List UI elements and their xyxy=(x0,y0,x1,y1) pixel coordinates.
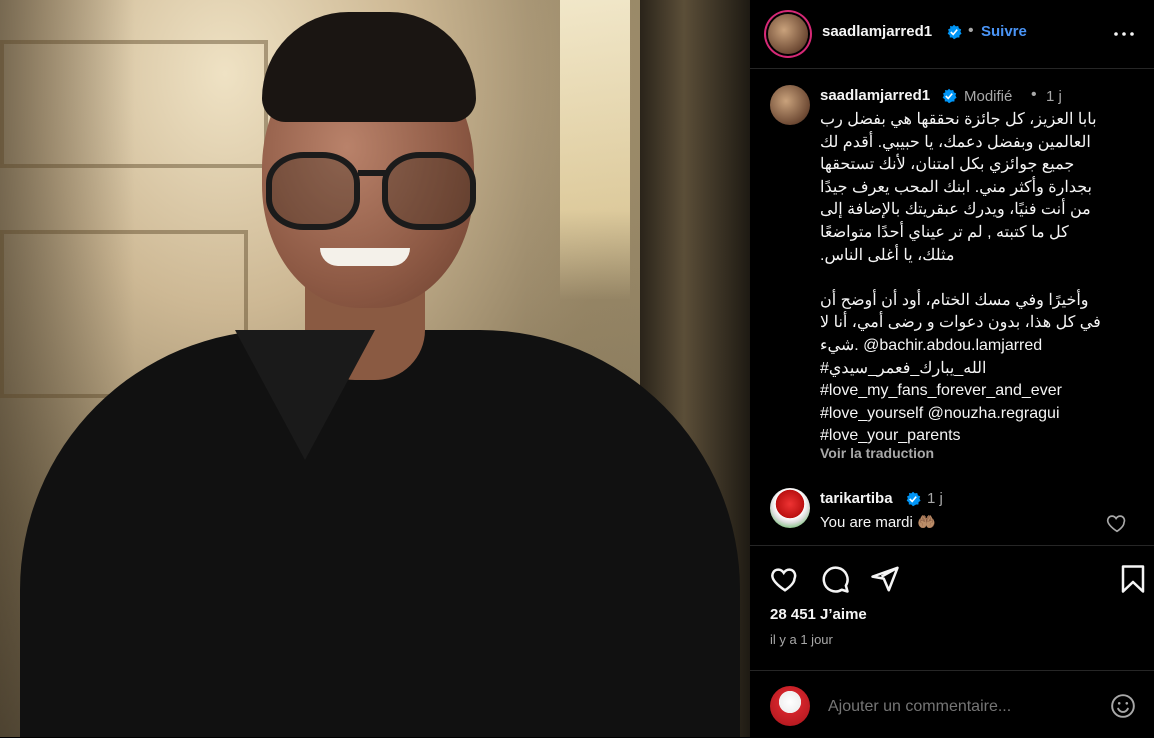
add-comment-bar xyxy=(750,670,1154,738)
post-actions xyxy=(750,546,1154,606)
verified-badge-icon xyxy=(942,88,957,104)
share-icon[interactable] xyxy=(870,564,900,594)
emoji-icon[interactable] xyxy=(1110,693,1136,719)
post-timestamp[interactable]: il y a 1 jour xyxy=(770,632,833,647)
caption-author-avatar[interactable] xyxy=(770,85,810,125)
caption-author-username[interactable]: saadlamjarred1 xyxy=(820,87,930,104)
post-side-panel: saadlamjarred1 • Suivre saadlamjarred1 M… xyxy=(750,0,1154,737)
commenter-username[interactable]: tarikartiba xyxy=(820,490,893,507)
post-header: saadlamjarred1 • Suivre xyxy=(750,0,1154,69)
author-avatar[interactable] xyxy=(768,14,808,54)
caption-section: saadlamjarred1 Modifié • 1 j بابا العزيز… xyxy=(750,69,1154,546)
current-user-avatar xyxy=(770,686,810,726)
glasses-lens xyxy=(266,152,360,230)
glasses-bridge xyxy=(358,170,388,176)
heart-icon[interactable] xyxy=(770,564,800,594)
likes-count[interactable]: 28 451 J’aime xyxy=(770,606,867,623)
smile xyxy=(320,248,410,266)
author-username[interactable]: saadlamjarred1 xyxy=(822,23,932,40)
wall-panel xyxy=(0,40,268,168)
separator-dot: • xyxy=(1031,86,1037,103)
wall-light xyxy=(560,0,630,300)
more-options-icon[interactable] xyxy=(1112,22,1136,46)
comment-text: You are mardi 🤲🏽 xyxy=(820,514,936,531)
commenter-avatar[interactable] xyxy=(770,488,810,528)
verified-badge-icon xyxy=(906,491,921,507)
verified-badge-icon xyxy=(947,24,962,40)
caption-time[interactable]: 1 j xyxy=(1046,88,1062,105)
suit xyxy=(20,330,740,737)
glasses-lens xyxy=(382,152,476,230)
follow-button[interactable]: Suivre xyxy=(981,23,1027,40)
shirt-collar xyxy=(235,330,375,460)
post-photo[interactable] xyxy=(0,0,750,737)
comment-time[interactable]: 1 j xyxy=(927,490,943,507)
comment-like-heart-icon[interactable] xyxy=(1106,512,1128,534)
add-comment-input[interactable] xyxy=(826,697,1080,717)
separator-dot: • xyxy=(968,22,974,39)
caption-text: بابا العزيز، كل جائزة نحققها هي بفضل رب … xyxy=(820,111,1101,445)
edited-label: Modifié xyxy=(964,88,1013,105)
comment-icon[interactable] xyxy=(820,564,850,594)
see-translation-link[interactable]: Voir la traduction xyxy=(820,445,934,461)
bookmark-icon[interactable] xyxy=(1118,564,1148,594)
